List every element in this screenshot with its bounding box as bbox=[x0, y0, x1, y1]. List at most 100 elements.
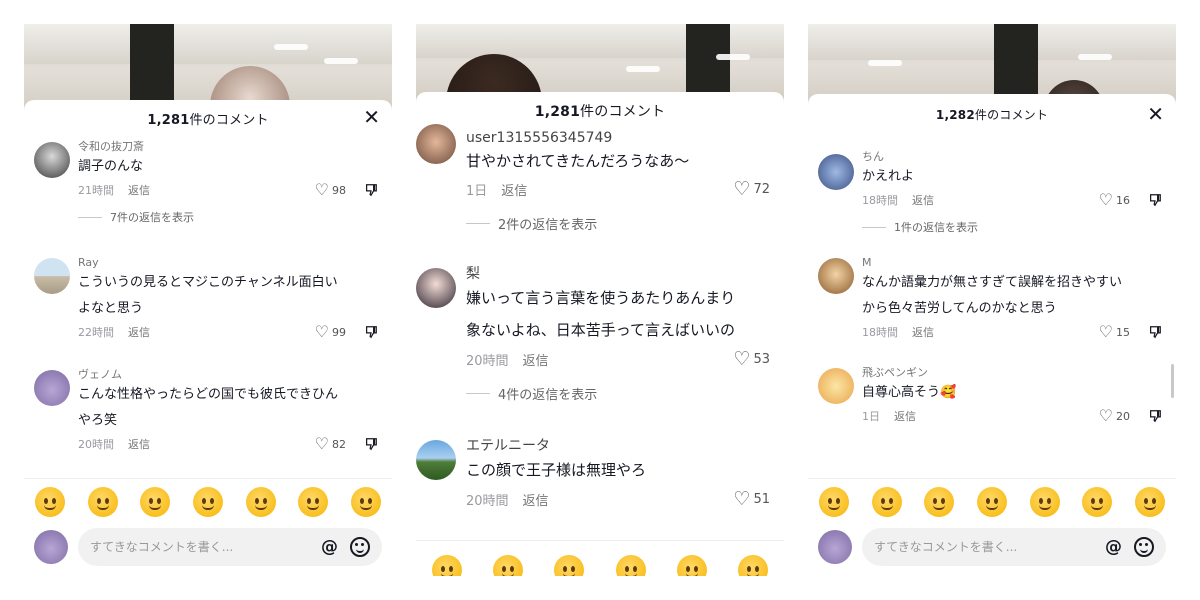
flushed-face-emoji[interactable] bbox=[615, 555, 646, 576]
view-replies-button[interactable]: 1件の返信を表示 bbox=[862, 216, 1162, 238]
comment-text: 自尊心高そう🥰 bbox=[862, 385, 957, 400]
comment-username[interactable]: 令和の抜刀斎 bbox=[78, 136, 378, 154]
comments-panel-2: 1,281件のコメント user1315556345749 甘やかされてきたんだ… bbox=[416, 24, 784, 576]
comment-item: user1315556345749 甘やかされてきたんだろうなあ〜 1日 返信 … bbox=[416, 124, 784, 266]
heart-icon: ♡ bbox=[1098, 406, 1113, 425]
like-button[interactable]: ♡ 16 bbox=[1099, 192, 1130, 208]
grinning-face-emoji[interactable] bbox=[431, 555, 462, 576]
close-icon[interactable]: ✕ bbox=[363, 107, 380, 127]
comment-time: 18時間 bbox=[862, 326, 898, 339]
view-replies-button[interactable]: 7件の返信を表示 bbox=[78, 206, 378, 228]
smirking-face-emoji[interactable] bbox=[1029, 487, 1060, 517]
heart-icon: ♡ bbox=[733, 488, 751, 510]
comment-username[interactable]: Ray bbox=[78, 256, 378, 270]
reply-button[interactable]: 返信 bbox=[128, 436, 150, 452]
like-button[interactable]: ♡ 51 bbox=[733, 488, 770, 510]
reply-button[interactable]: 返信 bbox=[523, 350, 549, 369]
flushed-face-emoji[interactable] bbox=[192, 487, 223, 517]
user-avatar[interactable] bbox=[34, 142, 70, 178]
reply-button[interactable]: 返信 bbox=[501, 180, 527, 199]
user-avatar[interactable] bbox=[416, 124, 456, 164]
reply-button[interactable]: 返信 bbox=[912, 324, 934, 340]
like-button[interactable]: ♡ 98 bbox=[315, 182, 346, 198]
comment-input[interactable] bbox=[874, 540, 1105, 554]
user-avatar[interactable] bbox=[818, 368, 854, 404]
comment-input-row: @ bbox=[808, 528, 1176, 566]
comment-username[interactable]: 梨 bbox=[466, 266, 770, 282]
smiling-face-with-hearts-emoji[interactable] bbox=[871, 487, 902, 517]
dislike-icon[interactable] bbox=[364, 325, 378, 339]
emoji-bar bbox=[808, 478, 1176, 517]
like-button[interactable]: ♡ 15 bbox=[1099, 324, 1130, 340]
close-icon[interactable]: ✕ bbox=[1147, 104, 1164, 124]
grinning-sweat-face-emoji[interactable] bbox=[1082, 487, 1113, 517]
like-button[interactable]: ♡ 72 bbox=[733, 180, 770, 199]
emoji-picker-icon[interactable] bbox=[350, 537, 370, 557]
dislike-icon[interactable] bbox=[1148, 325, 1162, 339]
reply-button[interactable]: 返信 bbox=[912, 192, 934, 208]
pleading-face-emoji[interactable] bbox=[1134, 487, 1165, 517]
user-avatar[interactable] bbox=[416, 268, 456, 308]
comment-input-box[interactable]: @ bbox=[78, 528, 382, 566]
emoji-bar bbox=[24, 478, 392, 517]
comment-item: 飛ぶペンギン 自尊心高そう🥰 1日 返信 ♡ 20 bbox=[808, 362, 1176, 444]
user-avatar[interactable] bbox=[34, 370, 70, 406]
heart-icon: ♡ bbox=[314, 434, 329, 453]
comment-meta: 20時間 返信 ♡ 51 bbox=[466, 486, 770, 512]
comment-username[interactable]: user1315556345749 bbox=[466, 130, 770, 146]
comment-sheet: 1,282件のコメント ✕ ちん かえれよ 18時間 返信 ♡ 16 1件の返信を… bbox=[808, 94, 1176, 576]
like-count: 53 bbox=[753, 351, 770, 367]
comment-meta: 20時間 返信 ♡ 53 bbox=[466, 346, 770, 372]
comment-input[interactable] bbox=[90, 540, 321, 554]
view-replies-label: 4件の返信を表示 bbox=[498, 387, 598, 403]
grinning-sweat-face-emoji[interactable] bbox=[298, 487, 329, 517]
dislike-icon[interactable] bbox=[1148, 409, 1162, 423]
like-button[interactable]: ♡ 20 bbox=[1099, 408, 1130, 424]
grinning-face-emoji[interactable] bbox=[35, 487, 66, 517]
like-button[interactable]: ♡ 82 bbox=[315, 436, 346, 452]
view-replies-button[interactable]: 4件の返信を表示 bbox=[466, 380, 770, 406]
tears-of-joy-face-emoji[interactable] bbox=[140, 487, 171, 517]
comment-username[interactable]: ヴェノム bbox=[78, 368, 378, 382]
reply-button[interactable]: 返信 bbox=[894, 408, 916, 424]
scrollbar[interactable] bbox=[1171, 364, 1174, 398]
comment-input-box[interactable]: @ bbox=[862, 528, 1166, 566]
user-avatar[interactable] bbox=[416, 440, 456, 480]
user-avatar[interactable] bbox=[818, 154, 854, 190]
mention-button[interactable]: @ bbox=[321, 537, 338, 557]
smirking-face-emoji[interactable] bbox=[245, 487, 276, 517]
like-button[interactable]: ♡ 99 bbox=[315, 324, 346, 340]
dislike-icon[interactable] bbox=[1148, 193, 1162, 207]
dislike-icon[interactable] bbox=[364, 183, 378, 197]
smirking-face-emoji[interactable] bbox=[676, 555, 707, 576]
grinning-face-emoji[interactable] bbox=[819, 487, 850, 517]
comment-time: 20時間 bbox=[466, 493, 509, 509]
comment-text: よなと思う bbox=[78, 301, 144, 316]
reply-button[interactable]: 返信 bbox=[128, 182, 150, 198]
comment-username[interactable]: 飛ぶペンギン bbox=[862, 366, 1162, 380]
comment-username[interactable]: エテルニータ bbox=[466, 438, 770, 454]
like-button[interactable]: ♡ 53 bbox=[733, 350, 770, 369]
emoji-picker-icon[interactable] bbox=[1134, 537, 1154, 557]
pleading-face-emoji[interactable] bbox=[350, 487, 381, 517]
tears-of-joy-face-emoji[interactable] bbox=[924, 487, 955, 517]
like-count: 20 bbox=[1116, 409, 1130, 423]
smiling-face-with-hearts-emoji[interactable] bbox=[492, 555, 523, 576]
smiling-face-with-hearts-emoji[interactable] bbox=[87, 487, 118, 517]
comment-username[interactable]: M bbox=[862, 256, 1162, 270]
comment-meta: 1日 返信 ♡ 20 bbox=[862, 406, 1162, 426]
view-replies-button[interactable]: 2件の返信を表示 bbox=[466, 210, 770, 236]
comment-meta: 1日 返信 ♡ 72 bbox=[466, 176, 770, 202]
comment-item: ヴェノム こんな性格やったらどの国でも彼氏できひん やろ笑 20時間 返信 ♡ 8… bbox=[24, 362, 392, 470]
grinning-sweat-face-emoji[interactable] bbox=[738, 555, 769, 576]
tears-of-joy-face-emoji[interactable] bbox=[554, 555, 585, 576]
dislike-icon[interactable] bbox=[364, 437, 378, 451]
mention-button[interactable]: @ bbox=[1105, 537, 1122, 557]
user-avatar[interactable] bbox=[818, 258, 854, 294]
comment-username[interactable]: ちん bbox=[862, 150, 1162, 164]
reply-button[interactable]: 返信 bbox=[523, 490, 549, 509]
user-avatar[interactable] bbox=[34, 258, 70, 294]
reply-button[interactable]: 返信 bbox=[128, 324, 150, 340]
flushed-face-emoji[interactable] bbox=[976, 487, 1007, 517]
comment-input-row: @ bbox=[24, 528, 392, 566]
